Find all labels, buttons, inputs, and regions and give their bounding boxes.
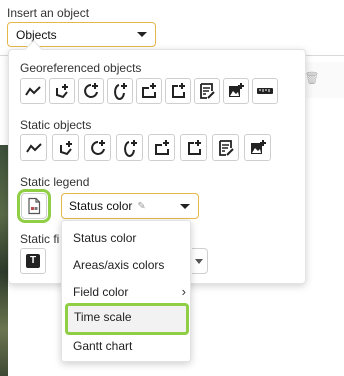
field-select-fragment[interactable] — [192, 248, 208, 274]
geo-circle-add-button[interactable] — [78, 78, 104, 104]
text-t-icon: T — [26, 254, 40, 268]
static-polygon-add-button[interactable] — [52, 134, 79, 161]
map-image-fragment — [0, 145, 8, 376]
polygon-plus-icon — [59, 140, 72, 155]
image-plus-icon — [229, 83, 244, 97]
objects-select-value: Objects — [16, 27, 57, 42]
menu-item-gantt-chart[interactable]: Gantt chart — [62, 333, 192, 359]
static-polyline-button[interactable] — [20, 134, 47, 161]
static-image-add-button[interactable] — [244, 134, 271, 161]
rectangle-plus-icon — [154, 139, 169, 155]
menu-item-label: Areas/axis colors — [73, 258, 165, 272]
static-square-add-button[interactable] — [180, 134, 207, 161]
static-field-text-button[interactable]: T — [20, 248, 46, 274]
circle-plus-icon — [84, 83, 98, 98]
georeferenced-objects-title: Georeferenced objects — [20, 61, 142, 75]
menu-item-field-color[interactable]: Field color › — [62, 279, 192, 305]
geo-polygon-add-button[interactable] — [49, 78, 75, 104]
image-plus-icon — [250, 139, 266, 154]
menu-item-areas-axis-colors[interactable]: Areas/axis colors — [62, 252, 192, 278]
ellipse-plus-icon — [123, 139, 137, 157]
georeferenced-icon-row — [20, 78, 278, 104]
insert-object-label: Insert an object — [7, 6, 90, 20]
static-text-note-button[interactable] — [212, 134, 239, 161]
legend-type-select[interactable]: Status color ✎ — [61, 193, 199, 219]
ruler-icon — [257, 88, 273, 94]
rectangle-plus-icon — [142, 83, 156, 98]
menu-item-time-scale[interactable]: Time scale — [65, 303, 189, 335]
legend-type-dropdown-menu: Status color Areas/axis colors Field col… — [61, 220, 191, 362]
circle-plus-icon — [90, 139, 105, 155]
polyline-icon — [25, 86, 41, 96]
legend-type-select-value: Status color — [69, 199, 133, 213]
static-rectangle-add-button[interactable] — [148, 134, 175, 161]
menu-item-label: Gantt chart — [73, 339, 133, 353]
static-legend-button[interactable] — [17, 189, 51, 223]
static-field-title: Static fi — [20, 232, 60, 246]
edit-icon: ✎ — [137, 200, 146, 212]
static-legend-title: Static legend — [20, 175, 90, 189]
menu-item-label: Status color — [73, 231, 137, 245]
chevron-down-icon — [137, 32, 147, 37]
legend-document-icon — [28, 197, 41, 215]
menu-item-label: Field color — [73, 285, 129, 299]
static-icon-row — [20, 134, 271, 161]
text-note-icon — [200, 83, 215, 99]
geo-ruler-button[interactable] — [252, 78, 278, 104]
square-plus-icon — [172, 83, 185, 98]
geo-square-add-button[interactable] — [165, 78, 191, 104]
chevron-down-icon — [180, 204, 190, 209]
geo-ellipse-add-button[interactable] — [107, 78, 133, 104]
text-note-icon — [218, 139, 234, 156]
geo-rectangle-add-button[interactable] — [136, 78, 162, 104]
chevron-right-icon: › — [181, 284, 186, 299]
trash-icon: 🗑 — [304, 71, 320, 85]
polyline-icon — [25, 142, 42, 153]
square-plus-icon — [187, 139, 201, 155]
menu-item-label: Time scale — [74, 310, 132, 324]
menu-item-status-color[interactable]: Status color — [62, 225, 192, 251]
geo-text-note-button[interactable] — [194, 78, 220, 104]
ellipse-plus-icon — [114, 83, 127, 100]
geo-polyline-button[interactable] — [20, 78, 46, 104]
chevron-down-icon — [195, 259, 203, 264]
geo-image-add-button[interactable] — [223, 78, 249, 104]
static-circle-add-button[interactable] — [84, 134, 111, 161]
static-ellipse-add-button[interactable] — [116, 134, 143, 161]
polygon-plus-icon — [56, 84, 68, 99]
static-objects-title: Static objects — [20, 118, 92, 132]
